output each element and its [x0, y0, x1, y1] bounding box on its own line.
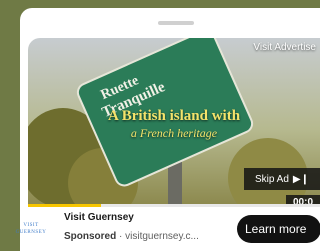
skip-ad-button[interactable]: Skip Ad ▶❙ — [244, 168, 320, 190]
sponsored-label: Sponsored — [64, 231, 117, 242]
skip-next-icon: ▶❙ — [292, 173, 309, 185]
ad-headline: A British island with — [107, 108, 241, 124]
ad-progress-bar — [28, 204, 320, 207]
drag-handle[interactable] — [158, 21, 194, 25]
advertiser-logo[interactable]: VISIT GUERNSEY — [12, 222, 50, 236]
ad-progress-fill — [28, 204, 101, 207]
visit-advertiser-link[interactable]: Visit Advertise — [253, 42, 316, 53]
logo-line1: VISIT — [23, 223, 39, 228]
ad-attribution: Sponsored · visitguernsey.c... — [64, 231, 199, 242]
advertiser-domain: visitguernsey.c... — [125, 231, 199, 242]
learn-more-button[interactable]: Learn more — [237, 215, 320, 243]
logo-line2: GUERNSEY — [15, 230, 47, 235]
advertiser-name[interactable]: Visit Guernsey — [64, 212, 134, 223]
skip-ad-label: Skip Ad — [255, 173, 289, 185]
ad-subheadline: a French heritage — [130, 126, 218, 140]
ad-video-player[interactable]: Ruette Tranquille A British island with … — [28, 38, 320, 204]
ad-timer: 00:0 — [286, 195, 320, 204]
